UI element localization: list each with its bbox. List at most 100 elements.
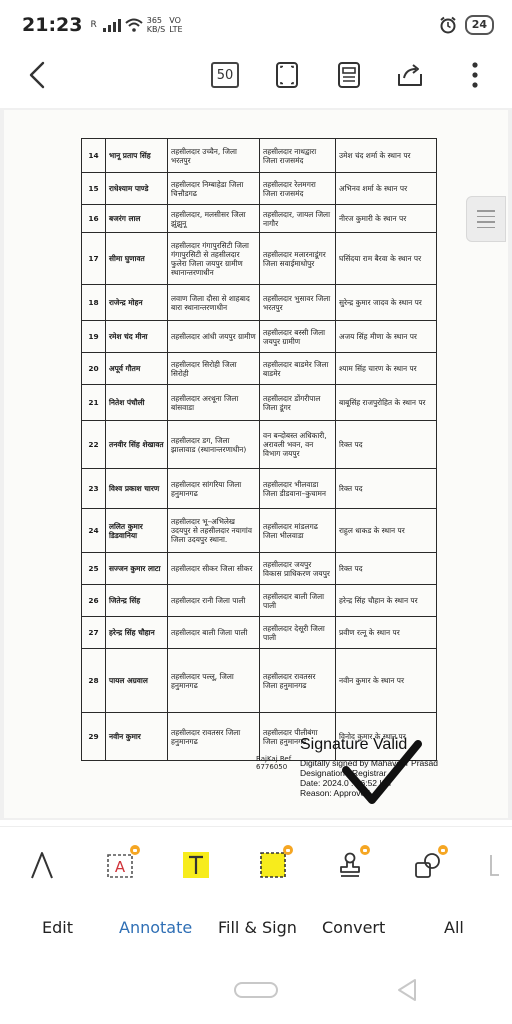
table-row: 27 हरेन्द्र सिंह चौहान तहसीलदार बाली जिला … xyxy=(81,616,437,649)
table-cell-c1: तहसीलदार रानी जिला पाली xyxy=(167,584,260,617)
arrow-left-icon xyxy=(29,61,45,89)
share-button[interactable] xyxy=(393,58,427,92)
fit-screen-button[interactable] xyxy=(270,58,304,92)
table-cell-c1: तहसीलदार पल्लू, जिला हनुमानगढ xyxy=(167,648,260,713)
home-pill[interactable] xyxy=(234,982,278,998)
status-right: 24 xyxy=(439,15,494,35)
table-row: 17 सीमा घुणावत तहसीलदार गंगापुरसिटी जिला ग… xyxy=(81,232,437,285)
premium-icon xyxy=(130,845,140,855)
highlight-text-tool[interactable] xyxy=(176,845,216,885)
stamp-icon xyxy=(340,852,360,877)
premium-icon xyxy=(360,845,370,855)
table-cell-c3: रिक्त पद xyxy=(335,420,437,469)
table-cell-c3: राहुल धाकड के स्थान पर xyxy=(335,508,437,553)
table-cell-name: सीमा घुणावत xyxy=(105,232,168,285)
table-cell-c3: बाबूसिंह राजपुरोहित के स्थान पर xyxy=(335,384,437,421)
table-cell-c1: लवाण जिला दौसा से शाहबाद बारा स्थानान्तर… xyxy=(167,284,260,321)
table-cell-num: 15 xyxy=(81,172,106,205)
back-button[interactable] xyxy=(20,58,54,92)
table-row: 21 नितेश पंचौली तहसीलदार अरथूना जिला बांसव… xyxy=(81,384,437,421)
status-bar: 21:23 R 365 KB/S VO LTE 24 xyxy=(0,0,512,50)
table-row: 15 राधेश्याम पाण्डे तहसीलदार निम्बाहेडा जि… xyxy=(81,172,437,205)
table-cell-num: 28 xyxy=(81,648,106,713)
sim-label: R xyxy=(90,20,97,30)
table-cell-num: 19 xyxy=(81,320,106,353)
signature-date: Date: 2024.0 . 16:52 IST xyxy=(300,778,393,788)
partial-tool-icon xyxy=(490,855,499,876)
table-cell-num: 24 xyxy=(81,508,106,553)
table-cell-c1: तहसीलदार सीकर जिला सीकर xyxy=(167,552,260,585)
table-row: 18 राजेन्द्र मोहन लवाण जिला दौसा से शाहबाद… xyxy=(81,284,437,321)
table-cell-c1: तहसीलदार बाली जिला पाली xyxy=(167,616,260,649)
document-viewer[interactable]: 14 भानू प्रताप सिंह तहसीलदार उच्चैन, जिला … xyxy=(0,108,512,820)
reader-mode-button[interactable] xyxy=(332,58,366,92)
table-cell-num: 22 xyxy=(81,420,106,469)
shapes-icon xyxy=(415,853,440,878)
digital-signature[interactable]: Signature Valid Digitally signed by Maha… xyxy=(300,736,450,806)
shapes-tool[interactable] xyxy=(408,845,448,885)
table-cell-name: पायल अग्रवाल xyxy=(105,648,168,713)
share-icon xyxy=(398,64,422,86)
mode-tabs: Edit Annotate Fill & Sign Convert All xyxy=(0,906,512,948)
tab-convert[interactable]: Convert xyxy=(322,918,385,937)
table-cell-c2: तहसीलदार देसूरी जिला पाली xyxy=(259,616,336,649)
table-cell-num: 27 xyxy=(81,616,106,649)
table-cell-c2: तहसीलदार रावतसर जिला हनुमानगढ xyxy=(259,648,336,713)
table-cell-c1: तहसीलदार भू–अभिलेख उदयपुर से तहसीलदार नय… xyxy=(167,508,260,553)
signature-reason: Reason: Approved xyxy=(300,788,370,798)
tab-annotate[interactable]: Annotate xyxy=(119,918,192,937)
side-panel-handle[interactable] xyxy=(466,196,506,242)
annotation-tools: A xyxy=(0,826,512,902)
stamp-tool[interactable] xyxy=(330,845,370,885)
table-cell-num: 18 xyxy=(81,284,106,321)
tab-all[interactable]: All xyxy=(444,918,464,937)
table-cell-c2: तहसीलदार, जायल जिला नागौर xyxy=(259,204,336,233)
table-row: 22 तनवीर सिंह शेखावत तहसीलदार डग, जिला झाल… xyxy=(81,420,437,469)
pen-tool[interactable] xyxy=(22,845,62,885)
tab-edit[interactable]: Edit xyxy=(42,918,73,937)
table-cell-num: 25 xyxy=(81,552,106,585)
table-row: 19 रमेश चंद मीना तहसीलदार आंधी जयपुर ग्राम… xyxy=(81,320,437,353)
table-cell-name: विश्व प्रकाश चारण xyxy=(105,468,168,509)
text-box-tool[interactable]: A xyxy=(100,845,140,885)
more-options-button[interactable] xyxy=(458,58,492,92)
reader-mode-icon xyxy=(338,62,360,88)
more-tools[interactable] xyxy=(482,845,506,885)
status-time: 21:23 xyxy=(22,14,83,36)
highlight-area-icon xyxy=(260,852,286,878)
page-count-button[interactable]: 50 xyxy=(208,58,242,92)
network-speed: 365 KB/S xyxy=(146,16,166,34)
table-cell-name: ललित कुमार डिडवानिया xyxy=(105,508,168,553)
table-cell-c2: तहसीलदार मांडलगढ जिला भीलवाडा xyxy=(259,508,336,553)
table-cell-c1: तहसीलदार सिरोही जिला सिरोही xyxy=(167,352,260,385)
table-cell-c3: श्याम सिंह चारण के स्थान पर xyxy=(335,352,437,385)
table-cell-name: हरेन्द्र सिंह चौहान xyxy=(105,616,168,649)
table-row: 23 विश्व प्रकाश चारण तहसीलदार सांगरिया जिल… xyxy=(81,468,437,509)
table-cell-num: 14 xyxy=(81,138,106,173)
premium-icon xyxy=(283,845,293,855)
text-box-icon: A xyxy=(107,854,133,878)
page-count: 50 xyxy=(211,62,239,88)
table-cell-c3: नवीन कुमार के स्थान पर xyxy=(335,648,437,713)
table-cell-num: 16 xyxy=(81,204,106,233)
table-cell-c3: प्रवीण रत्नू के स्थान पर xyxy=(335,616,437,649)
table-cell-name: सज्जन कुमार लाटा xyxy=(105,552,168,585)
table-cell-num: 23 xyxy=(81,468,106,509)
table-cell-c3: सुरेन्द्र कुमार जादव के स्थान पर xyxy=(335,284,437,321)
table-cell-c2: तहसीलदार भुसावर जिला भरतपुर xyxy=(259,284,336,321)
table-cell-c1: तहसीलदार गंगापुरसिटी जिला गंगापुरसिटी से… xyxy=(167,232,260,285)
table-cell-c3: उमेश चंद शर्मा के स्थान पर xyxy=(335,138,437,173)
table-row: 16 बजरंग लाल तहसीलदार, मलसीसर जिला झुंझुनू… xyxy=(81,204,437,233)
tab-fill-sign[interactable]: Fill & Sign xyxy=(218,918,297,937)
table-row: 28 पायल अग्रवाल तहसीलदार पल्लू, जिला हनुमा… xyxy=(81,648,437,713)
top-toolbar: 50 xyxy=(0,50,512,100)
rajkaj-reference: RajKaj Ref 6776050 xyxy=(256,755,292,771)
nav-back-icon[interactable] xyxy=(396,978,418,1002)
table-cell-c2: तहसीलदार मलारनाडूंगर जिला सवाईमाधोपुर xyxy=(259,232,336,285)
signal-icon xyxy=(102,18,121,32)
network-type: VO LTE xyxy=(169,16,183,34)
signature-status: Signature Valid xyxy=(300,736,408,753)
table-cell-c3: रिक्त पद xyxy=(335,468,437,509)
signature-signer: Digitally signed by Mahaveer Prasad xyxy=(300,758,438,768)
highlight-area-tool[interactable] xyxy=(253,845,293,885)
